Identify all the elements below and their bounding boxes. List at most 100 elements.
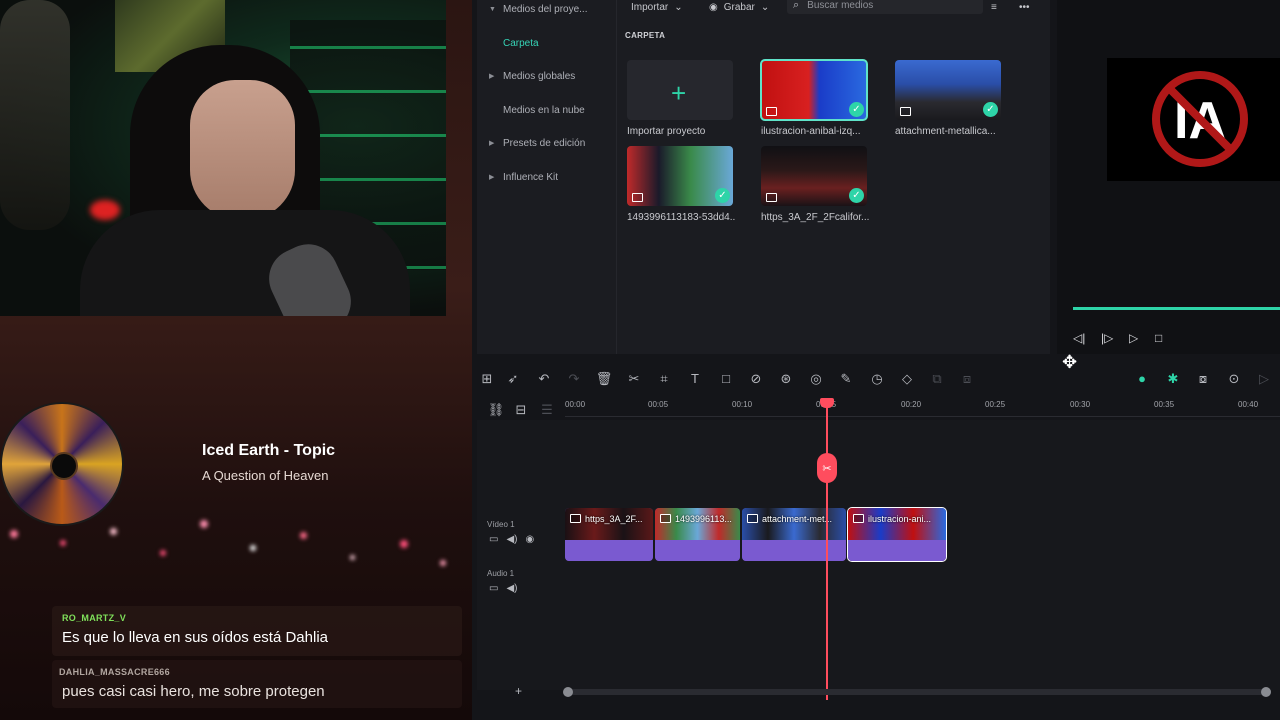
image-icon	[747, 514, 758, 523]
ungroup-icon[interactable]: ⧈	[958, 371, 976, 387]
ai-tool-icon[interactable]: ◎	[807, 371, 825, 387]
media-item[interactable]: ✓ ilustracion-anibal-izq...	[760, 59, 869, 137]
record-icon: ◉	[709, 1, 718, 13]
image-icon	[853, 514, 864, 523]
clip-thumbnail	[565, 508, 653, 540]
streamer-body	[80, 210, 410, 316]
media-name: Importar proyecto	[627, 126, 706, 137]
media-item[interactable]: ✓ attachment-metallica...	[895, 60, 1003, 137]
sidebar-item-label: Influence Kit	[503, 171, 559, 183]
eye-icon[interactable]: ◉	[525, 534, 534, 545]
ruler-baseline	[565, 416, 1280, 417]
chat-username: RO_MARTZ_V	[62, 613, 127, 623]
timeline-clip[interactable]: attachment-met...	[742, 508, 846, 561]
import-project-tile[interactable]: + Importar proyecto	[627, 60, 735, 137]
record-button[interactable]: ◉ Grabar ⌄	[709, 0, 769, 14]
scissor-icon[interactable]: ✂	[817, 453, 837, 483]
media-name: attachment-metallica...	[895, 126, 996, 137]
media-panel: ▼ Medios del proye... Carpeta ▶ Medios g…	[477, 0, 1050, 354]
next-frame-icon[interactable]: |▷	[1101, 331, 1113, 345]
screen: Iced Earth - Topic A Question of Heaven …	[0, 0, 1280, 720]
clip-name: ilustracion-ani...	[868, 514, 932, 524]
snap-toggle-icon[interactable]: ●	[1133, 371, 1151, 386]
streamer-face	[190, 80, 295, 220]
search-placeholder: Buscar medios	[807, 0, 874, 11]
sidebar-item-cloud-media[interactable]: Medios en la nube	[503, 98, 585, 122]
sidebar-item-label: Medios globales	[503, 70, 576, 82]
more-options-icon[interactable]: •••	[1019, 0, 1030, 14]
layout-icon[interactable]: ⊞	[478, 371, 496, 387]
plus-icon: +	[671, 78, 687, 108]
speed-icon[interactable]: ◷	[868, 371, 886, 387]
ruler-tick: 00:05	[648, 400, 669, 409]
preview-progress-bar[interactable]	[1073, 307, 1280, 310]
timeline-clip[interactable]: 1493996113...	[655, 508, 740, 561]
scroll-handle-right[interactable]	[1261, 687, 1271, 697]
clip-name: 1493996113...	[675, 514, 732, 524]
track-manager-icon[interactable]: ☰	[538, 402, 556, 418]
next-icon[interactable]: ▷	[1255, 371, 1273, 387]
sidebar-item-global-media[interactable]: ▶ Medios globales	[489, 64, 575, 88]
split-icon[interactable]: ✂	[625, 371, 643, 387]
redo-icon[interactable]: ↷	[565, 371, 583, 387]
text-icon[interactable]: T	[686, 371, 704, 386]
add-track-button[interactable]: +	[515, 684, 522, 698]
volume-icon[interactable]: ◀)	[506, 534, 517, 545]
render-icon[interactable]: ⧇	[1194, 371, 1212, 387]
sidebar-item-edit-presets[interactable]: ▶ Presets de edición	[489, 131, 585, 155]
playhead-handle[interactable]	[820, 398, 834, 408]
media-name: https_3A_2F_2Fcalifor...	[761, 212, 869, 223]
sidebar-item-folder[interactable]: Carpeta	[503, 31, 539, 55]
mask-icon[interactable]: ⊘	[747, 371, 765, 387]
sidebar-item-influence-kit[interactable]: ▶ Influence Kit	[489, 165, 558, 189]
clip-bar	[655, 540, 740, 561]
add-track-icon[interactable]: ⊟	[512, 402, 530, 418]
keyframe-icon[interactable]: ◇	[898, 371, 916, 387]
folder-icon[interactable]: ▭	[489, 534, 498, 545]
sidebar-item-label: Medios del proye...	[503, 3, 588, 15]
timeline-clip[interactable]: https_3A_2F...	[565, 508, 653, 561]
folder-icon[interactable]: ▭	[489, 583, 498, 594]
ruler-tick: 00:10	[732, 400, 753, 409]
ripple-icon[interactable]: ✱	[1164, 371, 1182, 387]
import-label: Importar	[631, 1, 669, 13]
import-button[interactable]: Importar ⌄	[631, 0, 683, 14]
color-icon[interactable]: ⊛	[777, 371, 795, 387]
media-item[interactable]: ✓ https_3A_2F_2Fcalifor...	[761, 146, 869, 223]
disc-center	[50, 452, 78, 480]
media-item[interactable]: ✓ 1493996113183-53dd4...	[627, 146, 735, 223]
edit-icon[interactable]: ✎	[837, 371, 855, 387]
search-input[interactable]: ⌕ Buscar medios	[787, 0, 983, 14]
scroll-handle-left[interactable]	[563, 687, 573, 697]
prev-frame-icon[interactable]: ◁|	[1073, 331, 1085, 345]
shape-icon[interactable]: □	[717, 371, 735, 386]
ruler-tick: 00:40	[1238, 400, 1259, 409]
play-icon[interactable]: ▷	[1129, 331, 1138, 345]
group-icon[interactable]: ⧉	[928, 371, 946, 387]
song-subtitle: A Question of Heaven	[202, 468, 329, 483]
select-tool-icon[interactable]: ➶	[504, 371, 522, 387]
ruler-tick: 00:30	[1070, 400, 1091, 409]
undo-icon[interactable]: ↶	[535, 371, 553, 387]
link-icon[interactable]: ⛓	[487, 402, 505, 418]
playhead-line[interactable]	[826, 398, 828, 700]
crop-icon[interactable]: ⌗	[655, 371, 673, 387]
audio-track-header: Audio 1 ▭ ◀)	[477, 569, 561, 594]
timeline-ruler[interactable]: 00:00 00:05 00:10 00:15 00:20 00:25 00:3…	[565, 398, 1280, 420]
timeline-scrollbar[interactable]	[563, 687, 1271, 697]
image-icon	[900, 107, 911, 116]
volume-icon[interactable]: ◀)	[506, 583, 517, 594]
clip-name: https_3A_2F...	[585, 514, 643, 524]
stop-icon[interactable]: □	[1155, 331, 1162, 345]
filter-sort-icon[interactable]: ≡	[991, 0, 997, 14]
chevron-down-icon: ⌄	[760, 1, 770, 13]
delete-icon[interactable]: 🗑	[595, 371, 613, 387]
caret-right-icon: ▶	[489, 140, 495, 147]
image-icon	[570, 514, 581, 523]
snapshot-icon[interactable]: ⊙	[1225, 371, 1243, 387]
sidebar-item-project-media[interactable]: ▼ Medios del proye...	[489, 0, 588, 21]
ruler-tick: 00:00	[565, 400, 586, 409]
album-art-disc	[0, 402, 124, 526]
red-light	[90, 200, 120, 220]
timeline-clip-selected[interactable]: ilustracion-ani...	[847, 507, 947, 562]
